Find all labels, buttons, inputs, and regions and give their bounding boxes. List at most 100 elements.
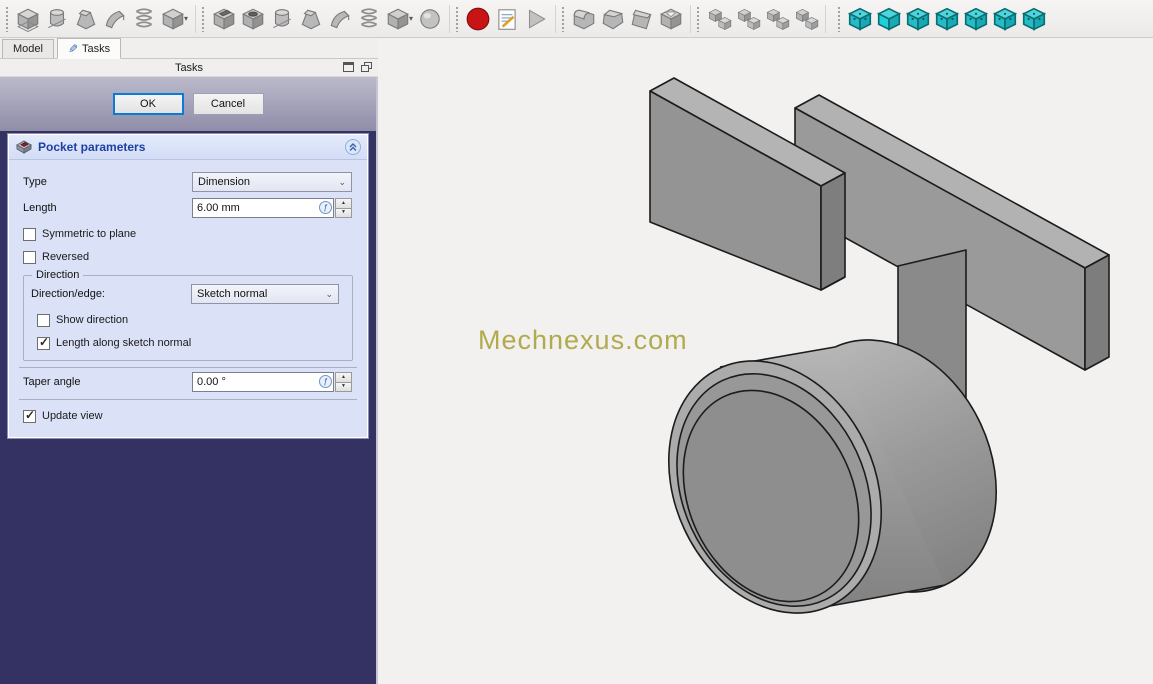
update-view-checkbox[interactable] — [23, 408, 36, 423]
tab-model-label: Model — [13, 43, 43, 55]
length-input[interactable] — [192, 198, 334, 218]
toolbar-separator — [825, 4, 827, 33]
divider — [19, 399, 357, 400]
toolbar-group-part-design-additive: ▾ — [2, 0, 193, 37]
direction-group-label: Direction — [32, 269, 84, 281]
symmetric-checkbox-row[interactable]: Symmetric to plane — [23, 227, 353, 241]
dock-icon[interactable] — [343, 62, 354, 72]
tab-model[interactable]: Model — [2, 39, 54, 58]
collapse-button[interactable] — [345, 139, 361, 155]
macro-record-icon[interactable] — [463, 4, 492, 34]
spin-down-icon[interactable]: ▼ — [335, 382, 352, 392]
show-direction-label: Show direction — [56, 314, 129, 326]
view-bottom-icon[interactable] — [990, 4, 1019, 34]
toolbar-group-transform — [693, 0, 823, 37]
tab-tasks-label: Tasks — [82, 42, 111, 55]
symmetric-label: Symmetric to plane — [42, 228, 137, 240]
float-icon[interactable] — [361, 62, 372, 72]
chevron-down-icon: ⌄ — [325, 288, 333, 299]
additive-helix-icon[interactable] — [129, 4, 158, 34]
main-toolbar: ▾ ▾ — [0, 0, 1153, 38]
toolbar-drag-handle[interactable] — [455, 5, 461, 32]
toolbar-group-part-design-subtractive: ▾ — [198, 0, 447, 37]
spin-down-icon[interactable]: ▼ — [335, 208, 352, 218]
divider — [19, 367, 357, 368]
pocket-parameters-header[interactable]: Pocket parameters — [9, 135, 367, 160]
groove-icon[interactable] — [267, 4, 296, 34]
subtractive-primitive-icon[interactable] — [383, 4, 412, 34]
toolbar-drag-handle[interactable] — [201, 5, 207, 32]
reversed-label: Reversed — [42, 251, 90, 263]
length-along-label: Length along sketch normal — [56, 337, 192, 349]
polar-pattern-icon[interactable] — [762, 4, 791, 34]
toolbar-drag-handle[interactable] — [837, 5, 843, 32]
tab-tasks[interactable]: ✎ Tasks — [56, 38, 122, 59]
taper-angle-input[interactable] — [192, 372, 334, 392]
macro-edit-icon[interactable] — [492, 4, 521, 34]
pocket-icon[interactable] — [209, 4, 238, 34]
show-direction-row[interactable]: Show direction — [37, 313, 344, 327]
taper-spinner[interactable]: ▲ ▼ — [335, 372, 352, 392]
fillet-icon[interactable] — [569, 4, 598, 34]
length-spinner[interactable]: ▲ ▼ — [335, 198, 352, 218]
reversed-checkbox-row[interactable]: Reversed — [23, 250, 353, 264]
view-left-icon[interactable] — [1019, 4, 1048, 34]
taper-angle-label: Taper angle — [23, 376, 81, 388]
revolution-icon[interactable] — [42, 4, 71, 34]
type-select[interactable]: Dimension ⌄ — [192, 172, 352, 192]
hole-icon[interactable] — [238, 4, 267, 34]
toolbar-group-views — [834, 0, 1051, 37]
dropdown-caret-icon[interactable]: ▾ — [184, 14, 188, 23]
additive-primitive-icon[interactable] — [158, 4, 187, 34]
pocket-parameters-box: Pocket parameters Type Dimension ⌄ Lengt… — [7, 133, 369, 439]
task-button-area: OK Cancel — [0, 77, 376, 131]
update-view-row[interactable]: Update view — [23, 408, 353, 423]
tasks-dock-titlebar: Tasks — [0, 59, 378, 77]
thickness-icon[interactable] — [656, 4, 685, 34]
3d-model[interactable] — [378, 38, 1153, 684]
reversed-checkbox[interactable] — [23, 250, 36, 264]
tasks-panel: OK Cancel Pocket parameters Type Dimensi… — [0, 77, 378, 684]
length-along-checkbox[interactable] — [37, 335, 50, 350]
subtractive-loft-icon[interactable] — [296, 4, 325, 34]
mirrored-icon[interactable] — [704, 4, 733, 34]
view-isometric-icon[interactable] — [845, 4, 874, 34]
draft-icon[interactable] — [627, 4, 656, 34]
macro-execute-icon[interactable] — [521, 4, 550, 34]
toolbar-group-dressup — [558, 0, 688, 37]
cancel-button[interactable]: Cancel — [192, 93, 264, 115]
formula-icon[interactable]: ƒ — [319, 375, 332, 388]
toolbar-separator — [449, 4, 451, 33]
view-front-icon[interactable] — [874, 4, 903, 34]
dock-tab-bar: Model ✎ Tasks — [0, 38, 378, 59]
additive-loft-icon[interactable] — [71, 4, 100, 34]
spin-up-icon[interactable]: ▲ — [335, 198, 352, 209]
toolbar-drag-handle[interactable] — [5, 5, 10, 32]
show-direction-checkbox[interactable] — [37, 313, 50, 327]
view-right-icon[interactable] — [932, 4, 961, 34]
dropdown-caret-icon[interactable]: ▾ — [409, 14, 413, 23]
pad-icon[interactable] — [13, 4, 42, 34]
pocket-icon — [15, 140, 33, 154]
view-top-icon[interactable] — [903, 4, 932, 34]
toolbar-drag-handle[interactable] — [561, 5, 567, 32]
chamfer-icon[interactable] — [598, 4, 627, 34]
type-label: Type — [23, 176, 47, 188]
ok-button[interactable]: OK — [112, 93, 184, 115]
additive-pipe-icon[interactable] — [100, 4, 129, 34]
formula-icon[interactable]: ƒ — [319, 201, 332, 214]
length-along-row[interactable]: Length along sketch normal — [37, 335, 344, 350]
subtractive-helix-icon[interactable] — [354, 4, 383, 34]
view-rear-icon[interactable] — [961, 4, 990, 34]
subtractive-pipe-icon[interactable] — [325, 4, 354, 34]
toolbar-separator — [690, 4, 692, 33]
toolbar-separator — [555, 4, 557, 33]
spin-up-icon[interactable]: ▲ — [335, 372, 352, 383]
3d-viewport[interactable]: Mechnexus.com — [378, 38, 1153, 684]
direction-edge-select[interactable]: Sketch normal ⌄ — [191, 284, 339, 304]
symmetric-checkbox[interactable] — [23, 227, 36, 241]
multitransform-icon[interactable] — [791, 4, 820, 34]
linear-pattern-icon[interactable] — [733, 4, 762, 34]
boolean-icon[interactable] — [415, 4, 444, 34]
toolbar-drag-handle[interactable] — [696, 5, 702, 32]
